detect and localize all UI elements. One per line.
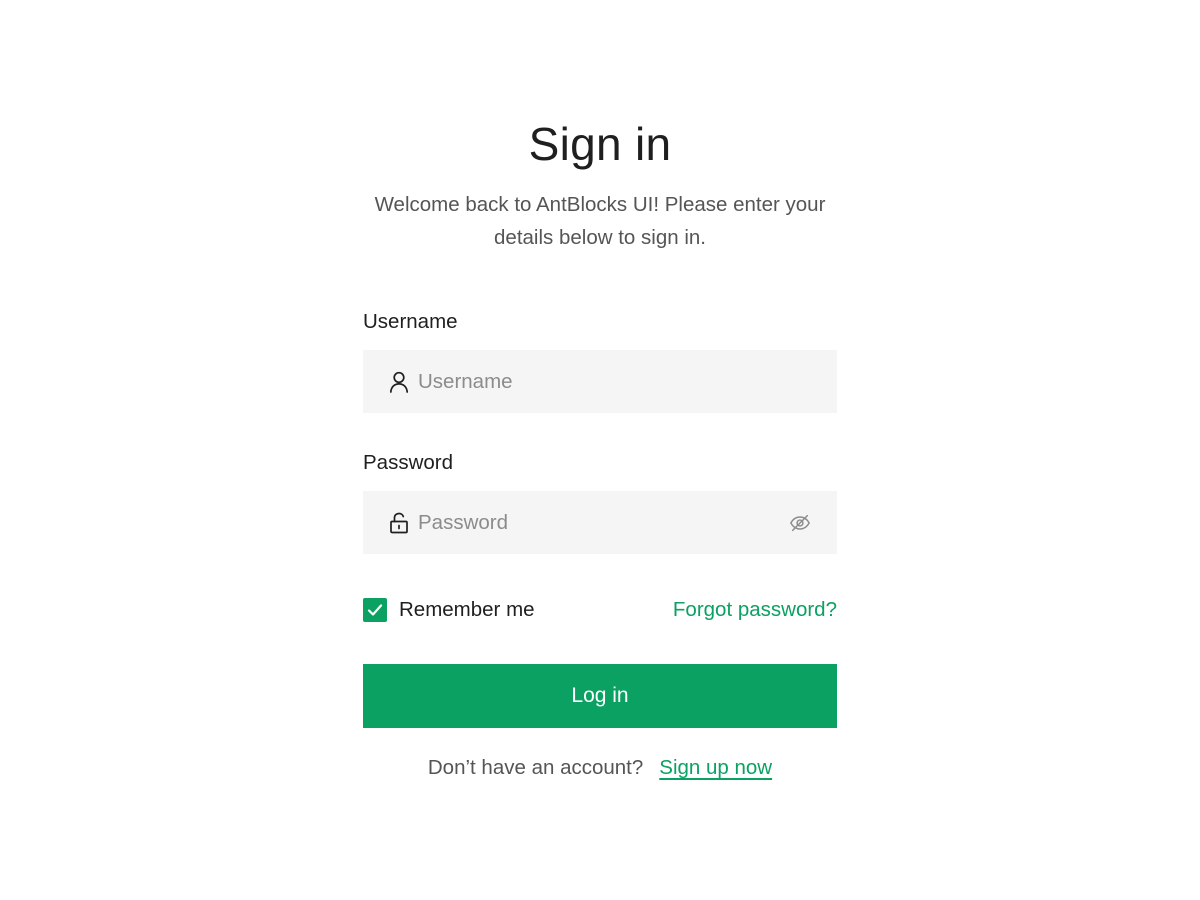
password-label: Password xyxy=(363,451,454,474)
login-card: Sign in Welcome back to AntBlocks UI! Pl… xyxy=(363,110,837,780)
remember-me-checkbox[interactable]: Remember me xyxy=(363,598,535,622)
page-subtitle: Welcome back to AntBlocks UI! Please ent… xyxy=(374,193,826,249)
remember-me-label[interactable]: Remember me xyxy=(399,598,535,622)
login-button[interactable]: Log in xyxy=(363,664,837,728)
password-field[interactable] xyxy=(363,491,837,554)
username-field[interactable] xyxy=(363,350,837,413)
username-input[interactable] xyxy=(418,361,812,402)
signup-prompt: Don’t have an account? xyxy=(427,756,644,779)
checkbox-checked-icon[interactable] xyxy=(363,598,387,622)
signup-row: Don’t have an account? Sign up now xyxy=(363,756,837,780)
password-input[interactable] xyxy=(418,502,788,543)
forgot-password-link[interactable]: Forgot password? xyxy=(673,598,837,622)
eye-off-icon[interactable] xyxy=(788,511,812,535)
unlock-icon xyxy=(388,512,410,534)
page-title: Sign in xyxy=(528,118,672,170)
signup-link[interactable]: Sign up now xyxy=(659,756,772,779)
username-label: Username xyxy=(363,310,458,333)
login-page: Sign in Welcome back to AntBlocks UI! Pl… xyxy=(0,0,1200,900)
user-icon xyxy=(388,371,410,393)
options-row: Remember me Forgot password? xyxy=(363,596,837,624)
